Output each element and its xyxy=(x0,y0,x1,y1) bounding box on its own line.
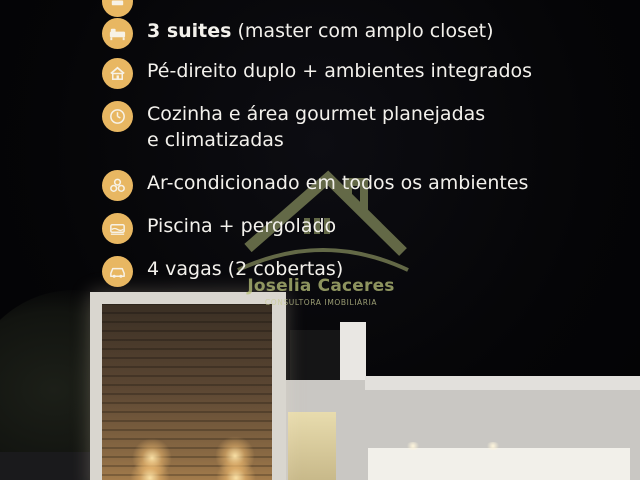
feature-text: Cozinha e área gourmet planejadas e clim… xyxy=(147,101,485,153)
feature-item-pool: Piscina + pergolado xyxy=(102,213,336,244)
kitchen-icon xyxy=(102,101,133,132)
feature-item-ceiling: Pé-direito duplo + ambientes integrados xyxy=(102,58,532,89)
building-window xyxy=(288,412,336,480)
ceiling-icon xyxy=(102,58,133,89)
ceiling-lamp xyxy=(486,442,500,450)
feature-detail: (master com amplo closet) xyxy=(231,20,494,42)
feature-label: Piscina + pergolado xyxy=(147,215,337,237)
feature-label: Cozinha e área gourmet planejadas xyxy=(147,103,486,125)
feature-label: Ar-condicionado em todos os ambientes xyxy=(147,172,529,194)
feature-item-suites: 3 suites (master com amplo closet) xyxy=(102,18,494,49)
feature-item-kitchen: Cozinha e área gourmet planejadas e clim… xyxy=(102,101,485,153)
feature-label-line2: e climatizadas xyxy=(147,129,284,151)
feature-item-aircon: Ar-condicionado em todos os ambientes xyxy=(102,170,528,201)
feature-item-parking: 4 vagas (2 cobertas) xyxy=(102,256,343,287)
partial-icon xyxy=(102,0,133,17)
pool-icon xyxy=(102,213,133,244)
feature-label: 4 vagas (2 cobertas) xyxy=(147,258,344,280)
building-roofline xyxy=(365,376,640,390)
ceiling-lamp xyxy=(406,442,420,450)
ground-left xyxy=(0,452,95,480)
bed-icon xyxy=(102,18,133,49)
building-facade-panel xyxy=(368,448,630,480)
feature-label: 3 suites xyxy=(147,20,232,42)
feature-text: 3 suites (master com amplo closet) xyxy=(147,18,494,44)
air-conditioner-icon xyxy=(102,170,133,201)
feature-item-partial xyxy=(102,0,133,17)
car-icon xyxy=(102,256,133,287)
feature-list: 3 suites (master com amplo closet) Pé-di… xyxy=(0,0,640,300)
feature-label: Pé-direito duplo + ambientes integrados xyxy=(147,60,533,82)
